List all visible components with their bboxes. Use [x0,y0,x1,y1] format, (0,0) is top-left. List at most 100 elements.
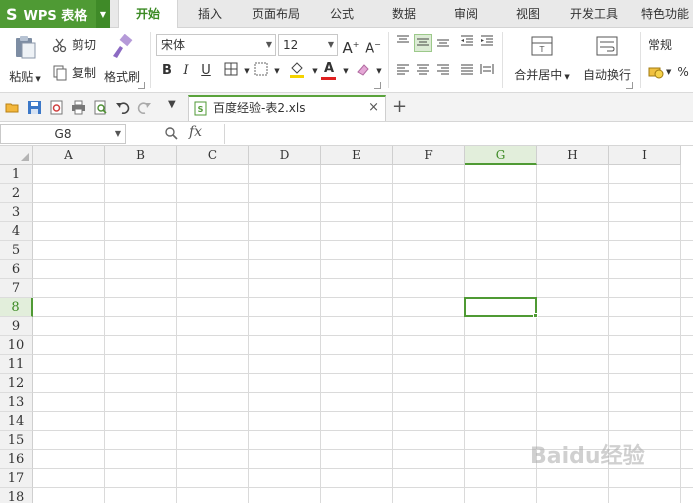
row-header-7[interactable]: 7 [0,279,33,298]
row-header-14[interactable]: 14 [0,412,33,431]
tab-insert[interactable]: 插入 [180,0,240,28]
document-tab[interactable]: S 百度经验-表2.xls × [188,95,386,121]
app-menu-button[interactable]: S WPS 表格 [0,0,96,28]
currency-dropdown-icon[interactable]: ▼ [666,68,671,76]
cut-button[interactable]: 剪切 [52,36,96,53]
tab-home[interactable]: 开始 [118,0,178,29]
merge-center-button[interactable]: T 合并居中 ▼ [510,34,574,83]
merge-cells-icon: T [531,36,553,56]
row-header-12[interactable]: 12 [0,374,33,393]
row-header-13[interactable]: 13 [0,393,33,412]
font-size-value: 12 [283,38,299,52]
row-header-5[interactable]: 5 [0,241,33,260]
wrap-text-button[interactable]: 自动换行 [580,34,634,83]
font-dialog-launcher[interactable] [374,82,381,89]
column-header-b[interactable]: B [105,146,177,165]
align-left-button[interactable] [394,62,412,80]
tab-view[interactable]: 视图 [502,0,554,28]
open-folder-icon[interactable] [5,100,20,115]
select-all-corner[interactable] [0,146,33,165]
increase-font-size-button[interactable]: A+ [342,36,360,57]
row-header-1[interactable]: 1 [0,165,33,184]
row-header-2[interactable]: 2 [0,184,33,203]
alignment-dialog-launcher[interactable] [626,82,633,89]
print-icon[interactable] [71,100,86,115]
column-header-d[interactable]: D [249,146,321,165]
tab-data[interactable]: 数据 [378,0,430,28]
column-header-c[interactable]: C [177,146,249,165]
align-bottom-button[interactable] [434,34,452,52]
zoom-formula-icon[interactable] [164,126,178,140]
tab-special-features[interactable]: 特色功能 [634,0,693,28]
bold-button[interactable]: B [158,62,176,80]
column-header-g[interactable]: G [465,146,537,165]
tab-formulas[interactable]: 公式 [316,0,368,28]
app-title: WPS 表格 [23,8,88,24]
app-menu-dropdown-icon[interactable]: ▼ [96,0,110,28]
distributed-align-button[interactable] [478,62,496,80]
row-header-18[interactable]: 18 [0,488,33,503]
decrease-font-size-button[interactable]: A− [364,36,382,56]
tab-developer[interactable]: 开发工具 [562,0,626,28]
print-preview-icon[interactable] [93,100,108,115]
tab-page-layout[interactable]: 页面布局 [244,0,308,28]
insert-function-icon[interactable]: fx [189,124,202,140]
cell-pattern-dropdown-icon[interactable]: ▼ [268,62,286,80]
formula-input[interactable] [224,124,693,144]
font-size-combo[interactable]: 12 ▼ [278,34,338,56]
italic-button[interactable]: I [177,62,195,80]
gridline-horizontal [33,373,693,374]
row-header-3[interactable]: 3 [0,203,33,222]
redo-icon[interactable] [137,100,152,115]
clipboard-dialog-launcher[interactable] [138,82,145,89]
row-header-9[interactable]: 9 [0,317,33,336]
justify-button[interactable] [458,62,476,80]
percent-button[interactable]: % [677,65,688,79]
column-header-i[interactable]: I [609,146,681,165]
column-header-h[interactable]: H [537,146,609,165]
paste-dropdown-icon[interactable]: ▼ [35,75,40,83]
indent-icon [481,35,493,46]
row-header-11[interactable]: 11 [0,355,33,374]
fill-color-button[interactable] [288,61,306,79]
number-format-combo[interactable]: 常规 [648,36,672,53]
row-header-15[interactable]: 15 [0,431,33,450]
ribbon-separator [640,32,641,88]
increase-indent-button[interactable] [478,34,496,52]
column-header-a[interactable]: A [33,146,105,165]
align-top-button[interactable] [394,34,412,52]
name-box[interactable]: G8 ▼ [0,124,126,144]
font-name-combo[interactable]: 宋体 ▼ [156,34,276,56]
new-tab-button[interactable]: + [392,97,407,117]
copy-button[interactable]: 复制 [52,64,96,81]
paste-button[interactable]: 粘贴 ▼ [6,34,44,85]
align-left-icon [397,64,409,75]
customize-toolbar-dropdown-icon[interactable]: ▼ [168,99,176,110]
row-header-10[interactable]: 10 [0,336,33,355]
font-color-dropdown-icon[interactable]: ▼ [337,62,355,80]
clear-format-dropdown-icon[interactable]: ▼ [370,62,388,80]
active-cell[interactable] [464,297,537,317]
column-header-e[interactable]: E [321,146,393,165]
underline-button[interactable]: U [197,62,215,80]
decrease-indent-button[interactable] [458,34,476,52]
export-pdf-icon[interactable] [49,100,64,115]
row-header-16[interactable]: 16 [0,450,33,469]
align-right-button[interactable] [434,62,452,80]
row-header-6[interactable]: 6 [0,260,33,279]
save-icon[interactable] [27,100,42,115]
align-middle-button[interactable] [414,34,432,52]
merge-dropdown-icon[interactable]: ▼ [564,73,569,81]
tab-review[interactable]: 审阅 [440,0,492,28]
currency-button[interactable]: ▼ % [648,64,689,80]
row-header-17[interactable]: 17 [0,469,33,488]
font-color-button[interactable]: A [320,60,338,80]
format-painter-button[interactable]: 格式刷 [102,34,142,85]
fill-handle[interactable] [533,313,538,318]
close-icon[interactable]: × [368,97,379,119]
row-header-8[interactable]: 8 [0,298,33,317]
row-header-4[interactable]: 4 [0,222,33,241]
undo-icon[interactable] [115,100,130,115]
align-center-button[interactable] [414,62,432,80]
column-header-f[interactable]: F [393,146,465,165]
